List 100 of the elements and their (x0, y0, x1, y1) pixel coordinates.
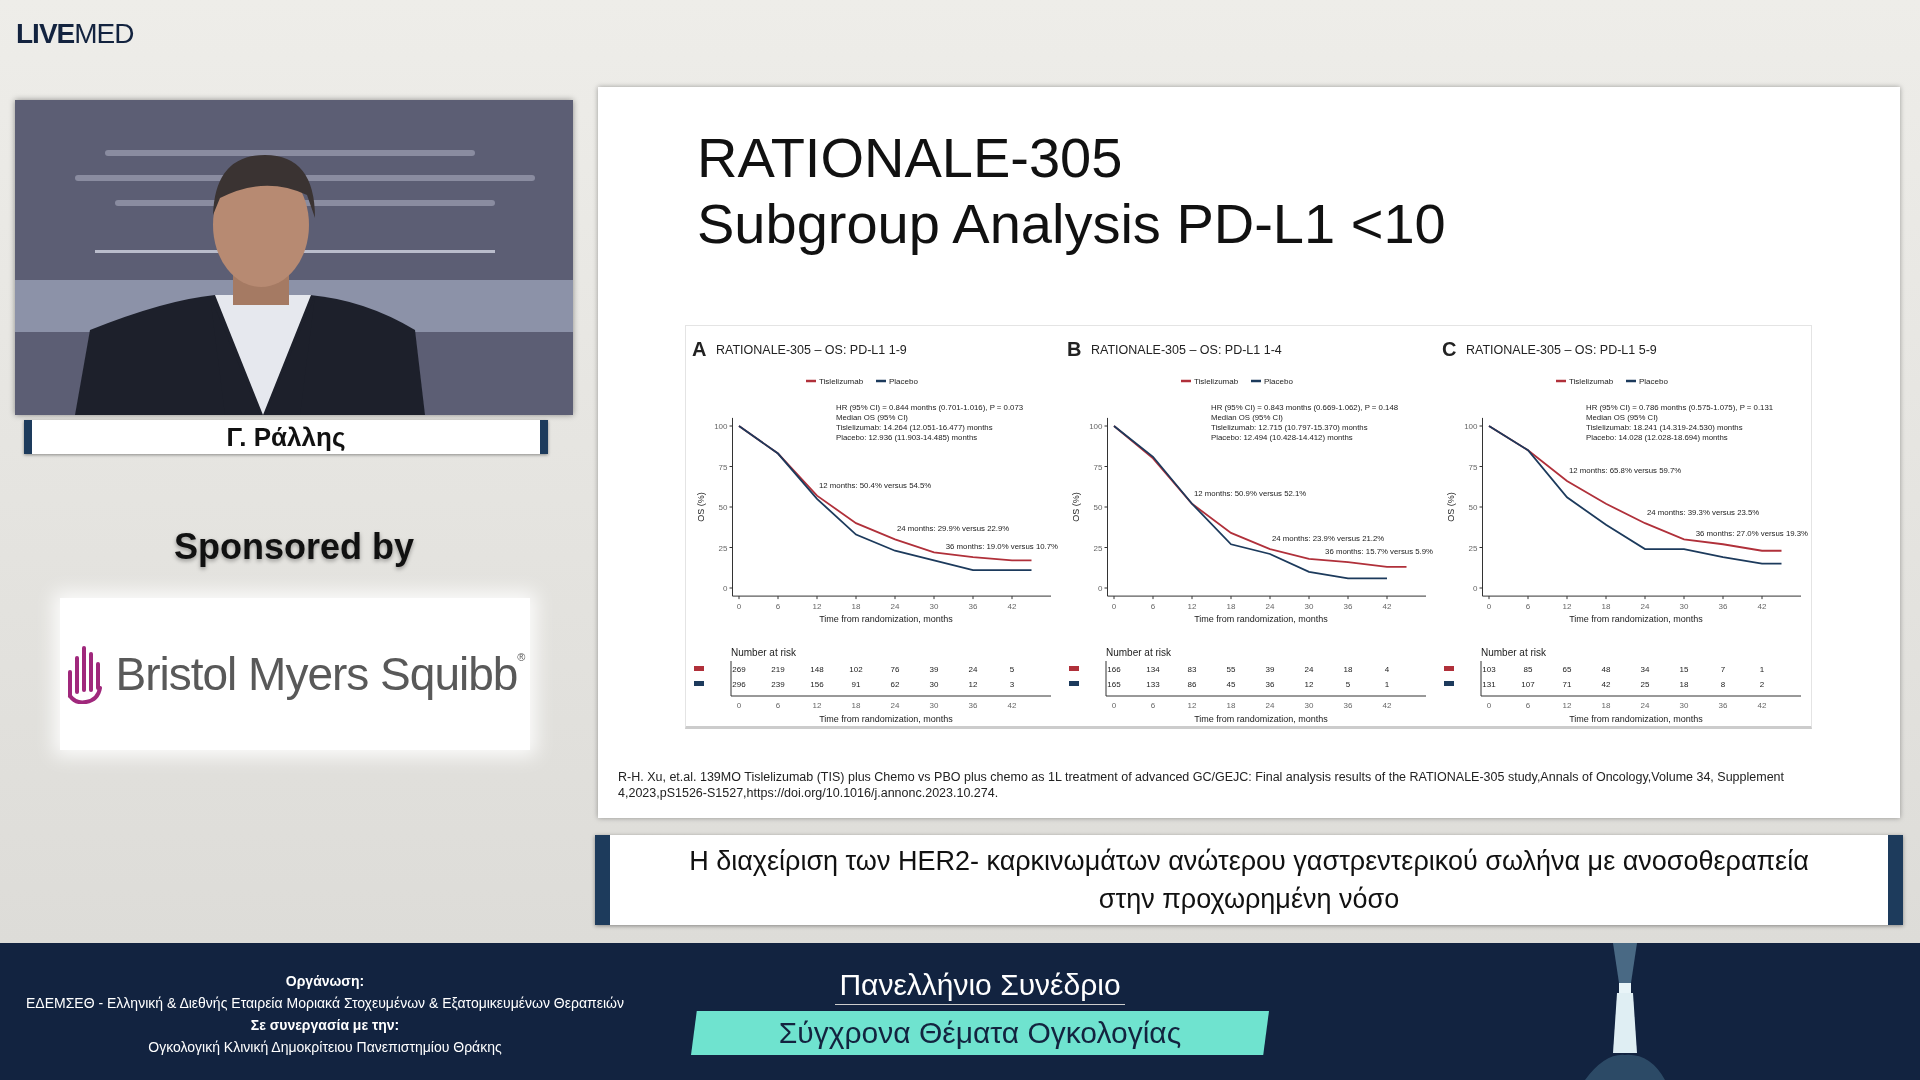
axis-tick-label: 18 (1226, 602, 1236, 612)
risk-count: 4 (1384, 665, 1390, 674)
axis-tick-label: 0 (723, 584, 728, 593)
axis-tick-label: 75 (718, 462, 728, 472)
sponsor-logo-text: Bristol Myers Squibb$^{®}$ (115, 647, 525, 701)
axis-tick-label: 42 (1382, 602, 1392, 612)
axis-tick-label: 30 (929, 701, 939, 710)
risk-count: 15 (1679, 665, 1689, 674)
reference-text: R-H. Xu, et.al. 139MO Tislelizumab (TIS) plus Chemo vs PBO plus chemo as 1L treatment of advanced GC/GEJC: Final analysis results of the RATIONALE-305 study,Annals of Oncology,Volume 34, Supplement 4,2023,pS1526-S1527,https://doi.org/10.1016/j.annonc.2023.10.274. (618, 769, 1786, 801)
risk-count: 148 (810, 665, 824, 674)
axis-tick-label: 12 (812, 701, 822, 710)
axis-tick-label: 25 (1093, 543, 1103, 553)
chart-title: RATIONALE-305 – OS: PD-L1 1-9 (716, 343, 907, 357)
risk-count: 102 (849, 665, 863, 674)
legend-label: Tislelizumab (819, 377, 864, 386)
axis-tick-label: 30 (1304, 602, 1314, 612)
axis-tick-label: 42 (1382, 701, 1392, 710)
risk-count: 3 (1009, 680, 1015, 689)
risk-count: 34 (1640, 665, 1650, 674)
axis-tick-label: 6 (1150, 602, 1156, 612)
axis-tick-label: 0 (1111, 602, 1117, 612)
axis-tick-label: 30 (1679, 701, 1689, 710)
risk-count: 65 (1562, 665, 1572, 674)
axis-tick-label: 75 (1093, 462, 1103, 472)
risk-count: 219 (771, 665, 785, 674)
risk-count: 62 (890, 680, 900, 689)
axis-tick-label: 6 (1525, 602, 1531, 612)
axis-tick-label: 36 (1343, 602, 1353, 612)
chart-title: RATIONALE-305 – OS: PD-L1 1-4 (1091, 343, 1282, 357)
risk-count: 296 (732, 680, 746, 689)
risk-table-heading: Number at risk (731, 647, 796, 658)
axis-title: Time from randomization, months (819, 714, 953, 724)
event-subtitle-banner: Σύγχρονα Θέματα Ογκολογίας (691, 1011, 1269, 1055)
risk-count: 165 (1107, 680, 1121, 689)
axis-tick-label: 0 (736, 701, 742, 710)
axis-tick-label: 24 (1265, 701, 1275, 710)
risk-count: 24 (1304, 665, 1314, 674)
legend-label: Placebo (889, 377, 918, 386)
axis-tick-label: 12 (1187, 602, 1197, 612)
axis-tick-label: 42 (1007, 602, 1017, 612)
risk-count: 107 (1521, 680, 1535, 689)
chart-title: RATIONALE-305 – OS: PD-L1 5-9 (1466, 343, 1657, 357)
partner-label: Σε συνεργασία με την: (250, 1016, 400, 1033)
axis-tick-label: 30 (1304, 701, 1314, 710)
axis-title: Time from randomization, months (819, 614, 953, 625)
panel-letter: B (1067, 338, 1082, 360)
organizer-name: ΕΔΕΜΣΕΘ - Ελληνική & Διεθνής Εταιρεία Μοριακά Στοχευμένων & Εξατομικευμένων Θεραπειών (26, 994, 624, 1011)
axis-tick-label: 6 (775, 701, 781, 710)
risk-count: 1 (1384, 680, 1390, 689)
axis-tick-label: 24 (890, 602, 900, 612)
risk-count: 166 (1107, 665, 1121, 674)
legend-label: Placebo (1639, 377, 1668, 386)
axis-tick-label: 42 (1007, 701, 1017, 710)
risk-count: 83 (1187, 665, 1197, 674)
axis-title: Time from randomization, months (1569, 714, 1703, 724)
axis-tick-label: 30 (929, 602, 939, 612)
risk-count: 269 (732, 665, 746, 674)
axis-tick-label: 50 (1468, 503, 1478, 512)
axis-tick-label: 0 (1098, 584, 1103, 593)
risk-count: 8 (1720, 680, 1726, 689)
risk-count: 86 (1187, 680, 1197, 689)
sponsor-heading: Sponsored by (174, 526, 414, 568)
axis-tick-label: 18 (1226, 701, 1236, 710)
legend-label: Tislelizumab (1194, 377, 1239, 386)
panel-letter: C (1442, 338, 1457, 360)
axis-title: OS (%) (1071, 492, 1081, 522)
axis-tick-label: 24 (890, 701, 900, 710)
axis-title: Time from randomization, months (1194, 714, 1328, 724)
axis-tick-label: 25 (1468, 543, 1478, 553)
risk-count: 18 (1343, 665, 1353, 674)
axis-tick-label: 0 (736, 602, 742, 612)
axis-tick-label: 24 (1265, 602, 1275, 612)
axis-tick-label: 18 (851, 701, 861, 710)
risk-count: 5 (1345, 680, 1351, 689)
risk-count: 133 (1146, 680, 1160, 689)
axis-tick-label: 12 (1562, 602, 1572, 612)
axis-title: Time from randomization, months (1569, 614, 1703, 625)
legend-label: Tislelizumab (1569, 377, 1614, 386)
risk-count: 39 (1265, 665, 1275, 674)
axis-tick-label: 18 (1601, 602, 1611, 612)
talk-title: Η διαχείριση των HER2- καρκινωμάτων ανώτερου γαστρεντερικού σωλήνα με ανοσοθεραπεία στην προχωρημένη νόσο (595, 835, 1903, 925)
livemed-logo: LIVEMED (16, 18, 134, 50)
organizer-label: Οργάνωση: (285, 972, 365, 989)
axis-tick-label: 25 (718, 543, 728, 553)
axis-tick-label: 18 (1601, 701, 1611, 710)
axis-tick-label: 100 (714, 422, 728, 431)
axis-tick-label: 50 (718, 503, 728, 512)
axis-tick-label: 36 (968, 701, 978, 710)
risk-count: 39 (929, 665, 939, 674)
risk-count: 76 (890, 665, 900, 674)
axis-tick-label: 36 (968, 602, 978, 612)
axis-tick-label: 6 (1150, 701, 1156, 710)
risk-count: 91 (851, 680, 861, 689)
risk-count: 18 (1679, 680, 1689, 689)
risk-count: 42 (1601, 680, 1611, 689)
risk-count: 7 (1720, 665, 1726, 674)
axis-tick-label: 18 (851, 602, 861, 612)
risk-count: 24 (968, 665, 978, 674)
axis-title: OS (%) (1446, 492, 1456, 522)
slide-title: RATIONALE-305 (697, 125, 1124, 191)
